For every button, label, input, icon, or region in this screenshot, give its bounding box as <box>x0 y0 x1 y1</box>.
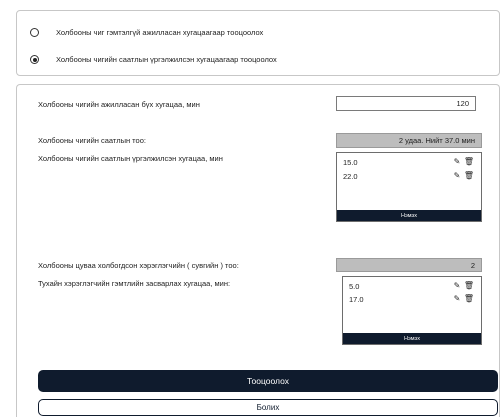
mode-option-no-fault[interactable]: Холбооны чиг гэмтэлгүй ажилласан хугацаа… <box>17 28 263 37</box>
radio-button[interactable] <box>30 28 39 37</box>
total-time-label: Холбооны чигийн ажилласан бүх хугацаа, м… <box>38 100 200 109</box>
cancel-button[interactable]: Болих <box>38 399 498 416</box>
outage-durations-list[interactable]: 15.0 ✎ 🗑 22.0 ✎ 🗑 Нэмэх <box>336 152 482 222</box>
add-outage-button[interactable]: Нэмэх <box>337 210 481 221</box>
mode-option-outage[interactable]: Холбооны чигийн саатлын үргэлжилсэн хуга… <box>17 55 277 64</box>
list-item[interactable]: 22.0 ✎ 🗑 <box>343 170 475 182</box>
list-item-value: 5.0 <box>349 281 360 291</box>
calculation-mode-panel: Холбооны чиг гэмтэлгүй ажилласан хугацаа… <box>16 10 500 76</box>
list-item-value: 22.0 <box>343 171 358 181</box>
pencil-icon[interactable]: ✎ <box>451 282 463 290</box>
pencil-icon[interactable]: ✎ <box>451 295 463 303</box>
channel-count-display: 2 <box>336 258 482 272</box>
trash-icon[interactable]: 🗑 <box>463 172 475 180</box>
radio-button-selected[interactable] <box>30 55 39 64</box>
list-item[interactable]: 15.0 ✎ 🗑 <box>343 156 475 168</box>
mode-option-label: Холбооны чиг гэмтэлгүй ажилласан хугацаа… <box>56 28 264 37</box>
outage-durations-label: Холбооны чигийн саатлын үргэлжилсэн хуга… <box>38 154 223 163</box>
list-item[interactable]: 17.0 ✎ 🗑 <box>349 293 475 305</box>
total-time-input[interactable]: 120 <box>336 96 476 111</box>
trash-icon[interactable]: 🗑 <box>463 158 475 166</box>
repair-durations-list[interactable]: 5.0 ✎ 🗑 17.0 ✎ 🗑 Нэмэх <box>342 276 482 345</box>
channel-count-label: Холбооны цуваа холбогдсон хэрэглэгчийн (… <box>38 261 239 270</box>
calculate-button[interactable]: Тооцоолох <box>38 370 498 392</box>
outage-count-display: 2 удаа. Нийт 37.0 мин <box>336 133 482 148</box>
pencil-icon[interactable]: ✎ <box>451 172 463 180</box>
pencil-icon[interactable]: ✎ <box>451 158 463 166</box>
trash-icon[interactable]: 🗑 <box>463 282 475 290</box>
trash-icon[interactable]: 🗑 <box>463 295 475 303</box>
add-repair-button[interactable]: Нэмэх <box>343 333 481 344</box>
list-item-value: 17.0 <box>349 294 364 304</box>
repair-durations-label: Тухайн хэрэглэгчийн гэмтлийн засварлах х… <box>38 279 231 288</box>
list-item-value: 15.0 <box>343 157 358 167</box>
mode-option-label: Холбооны чигийн саатлын үргэлжилсэн хуга… <box>56 55 277 64</box>
outage-count-label: Холбооны чигийн саатлын тоо: <box>38 136 146 145</box>
list-item[interactable]: 5.0 ✎ 🗑 <box>349 280 475 292</box>
